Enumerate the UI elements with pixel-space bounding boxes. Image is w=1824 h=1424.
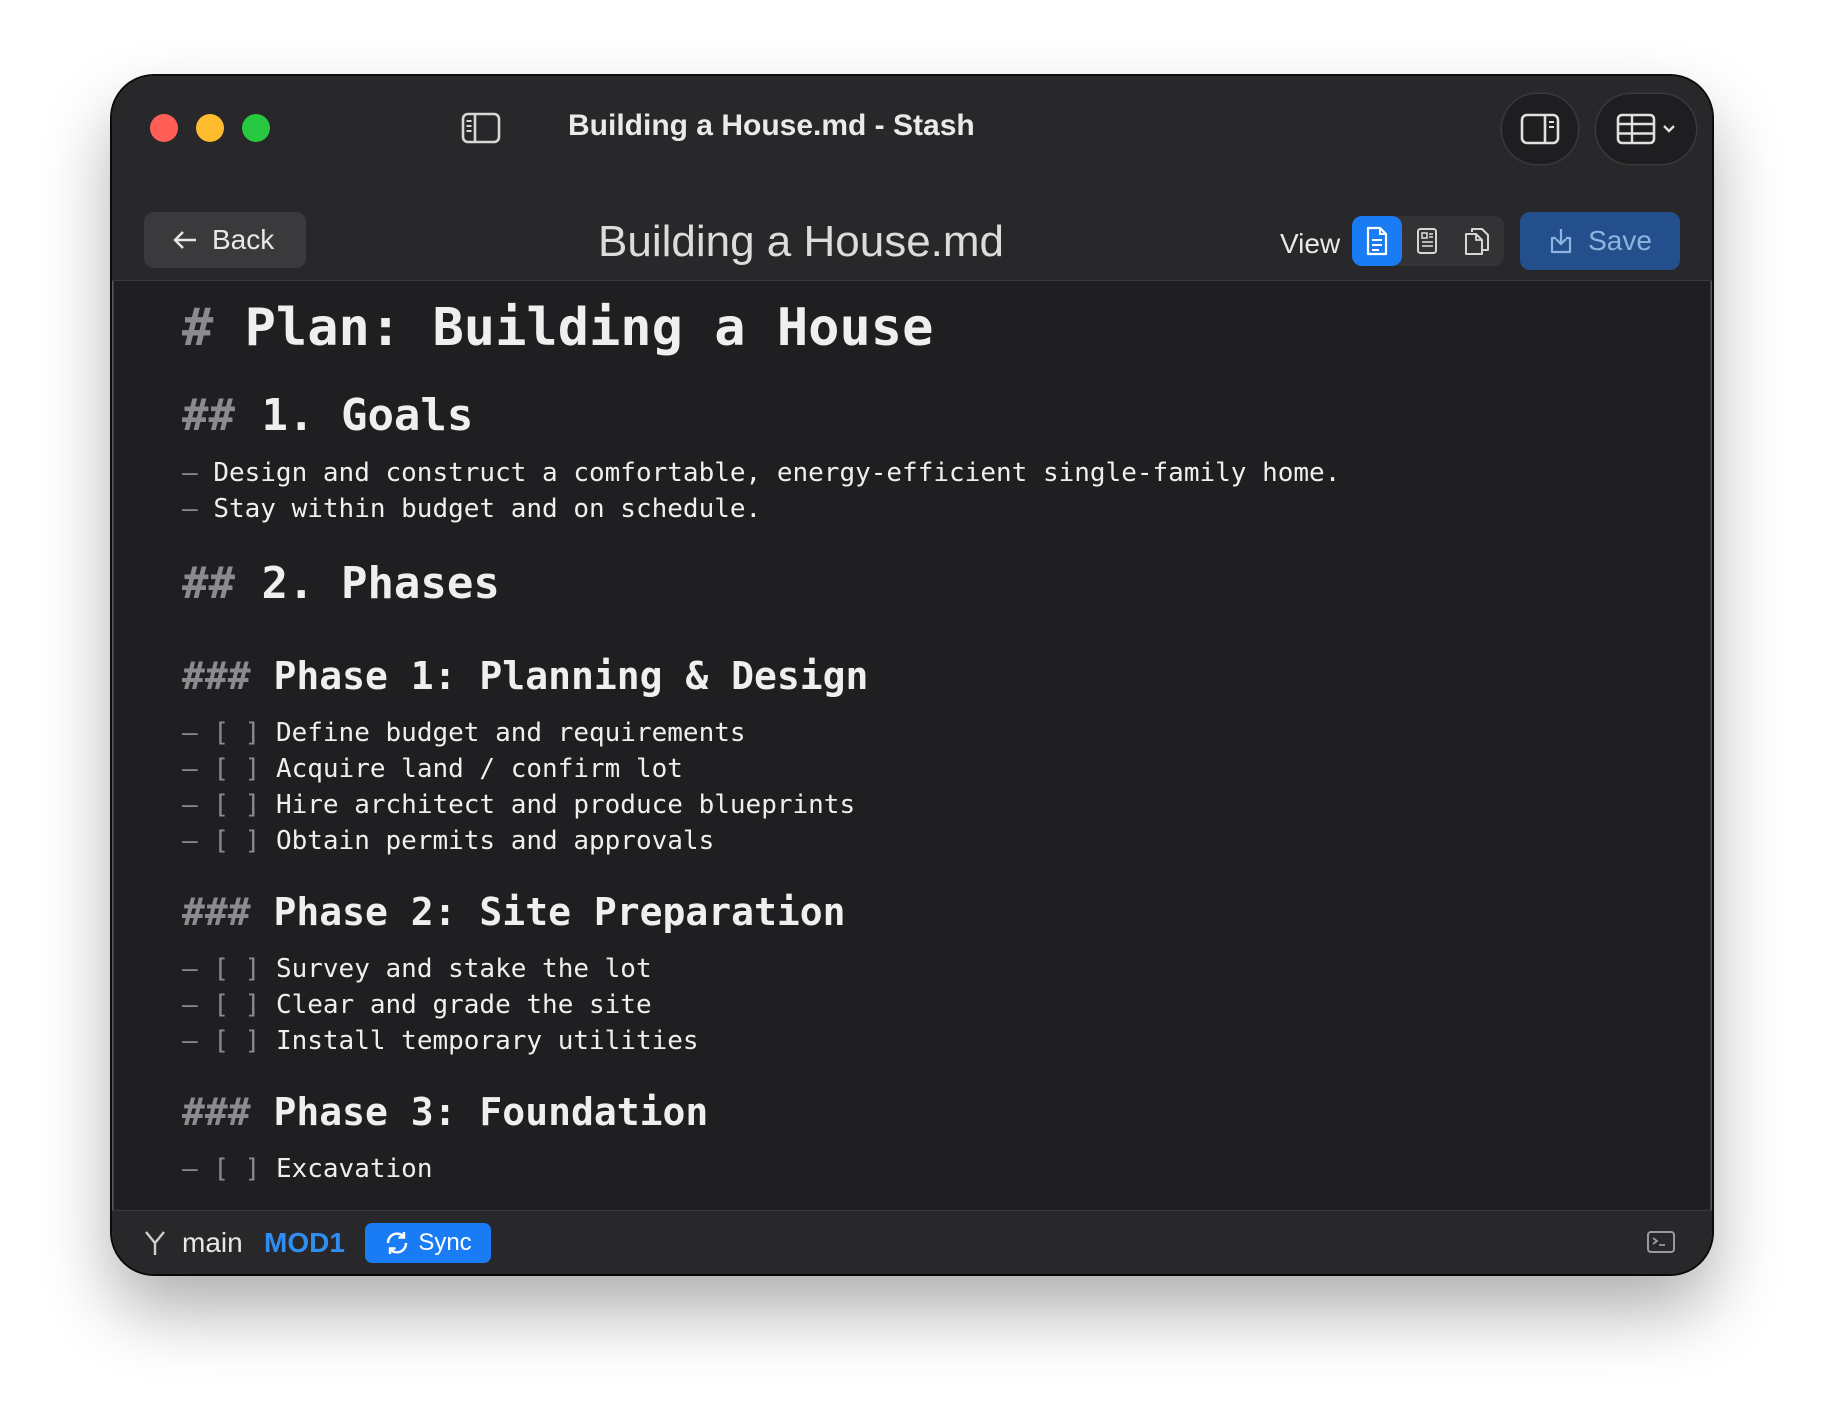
view-source-button[interactable] [1352, 216, 1402, 266]
sync-button[interactable]: Sync [365, 1223, 491, 1263]
bullet-marker: – [182, 826, 198, 856]
heading-marker: ### [182, 1090, 251, 1134]
task-item: – [ ] Survey and stake the lot [182, 954, 652, 984]
list-item: – Stay within budget and on schedule. [182, 494, 761, 524]
table-layout-menu-button[interactable] [1596, 94, 1696, 164]
task-item: – [ ] Hire architect and produce bluepri… [182, 790, 855, 820]
heading-phase-3: ### Phase 3: Foundation [182, 1090, 708, 1134]
heading-text: Phase 1: Planning & Design [273, 654, 869, 698]
bullet-marker: – [182, 458, 198, 488]
bullet-marker: – [182, 718, 198, 748]
back-button-label: Back [212, 224, 275, 255]
app-window: Building a House.md - Stash Back Buildin… [112, 76, 1712, 1274]
task-item: – [ ] Acquire land / confirm lot [182, 754, 683, 784]
sync-icon [387, 1232, 408, 1254]
git-branch-icon [145, 1231, 165, 1255]
bullet-marker: – [182, 754, 198, 784]
branch-name[interactable]: main [182, 1225, 243, 1261]
heading-marker: ## [182, 558, 235, 609]
minimize-window-button[interactable] [196, 114, 224, 142]
document-icon [1366, 226, 1388, 256]
task-text: Hire architect and produce blueprints [275, 790, 856, 820]
status-bar: main MOD1 Sync [112, 1210, 1712, 1274]
close-window-button[interactable] [150, 114, 178, 142]
heading-text: Phase 2: Site Preparation [273, 890, 846, 934]
bullet-marker: – [182, 990, 198, 1020]
sidebar-icon [461, 112, 501, 144]
task-item: – [ ] Define budget and requirements [182, 718, 746, 748]
checkbox-marker: [ ] [213, 990, 261, 1020]
list-item: – Design and construct a comfortable, en… [182, 458, 1340, 488]
bullet-marker: – [182, 1154, 198, 1184]
heading-marker: # [182, 298, 214, 358]
checkbox-marker: [ ] [213, 790, 261, 820]
heading-1: # Plan: Building a House [182, 298, 933, 358]
checkbox-marker: [ ] [213, 754, 261, 784]
task-text: Install temporary utilities [275, 1026, 699, 1056]
preview-icon [1417, 228, 1437, 254]
view-label: View [1280, 228, 1341, 259]
task-item: – [ ] Install temporary utilities [182, 1026, 699, 1056]
sidebar-toggle-button[interactable] [460, 110, 502, 146]
inspector-icon [1520, 113, 1560, 145]
heading-phase-2: ### Phase 2: Site Preparation [182, 890, 845, 934]
checkbox-marker: [ ] [213, 1154, 261, 1184]
table-icon [1616, 113, 1656, 145]
title-bar: Building a House.md - Stash [112, 76, 1712, 176]
task-text: Excavation [275, 1154, 433, 1184]
heading-text: 2. Phases [261, 558, 500, 609]
markdown-editor[interactable]: # Plan: Building a House ## 1. Goals – D… [112, 282, 1712, 1192]
view-mode-segmented-control [1352, 216, 1504, 266]
zoom-window-button[interactable] [242, 114, 270, 142]
terminal-icon[interactable] [1646, 1229, 1676, 1255]
view-split-button[interactable] [1452, 216, 1502, 266]
task-item: – [ ] Excavation [182, 1154, 432, 1184]
task-item: – [ ] Obtain permits and approvals [182, 826, 714, 856]
task-text: Acquire land / confirm lot [275, 754, 683, 784]
bullet-marker: – [182, 1026, 198, 1056]
heading-goals: ## 1. Goals [182, 390, 473, 441]
heading-text: Plan: Building a House [244, 298, 934, 358]
checkbox-marker: [ ] [213, 718, 261, 748]
window-title: Building a House.md - Stash [568, 109, 975, 142]
copy-icon [1465, 228, 1489, 255]
task-text: Survey and stake the lot [275, 954, 652, 984]
heading-marker: ### [182, 654, 251, 698]
checkbox-marker: [ ] [213, 954, 261, 984]
list-item-text: Stay within budget and on schedule. [213, 494, 762, 524]
modified-count-badge: MOD1 [264, 1227, 345, 1258]
heading-phases: ## 2. Phases [182, 558, 500, 609]
task-text: Define budget and requirements [275, 718, 746, 748]
task-text: Clear and grade the site [275, 990, 652, 1020]
list-item-text: Design and construct a comfortable, ener… [213, 458, 1341, 488]
document-toolbar: Back Building a House.md View Save [112, 176, 1712, 281]
document-title: Building a House.md [598, 217, 1005, 266]
view-preview-button[interactable] [1402, 216, 1452, 266]
back-button[interactable]: Back [144, 212, 306, 268]
checkbox-marker: [ ] [213, 826, 261, 856]
checkbox-marker: [ ] [213, 1026, 261, 1056]
heading-phase-1: ### Phase 1: Planning & Design [182, 654, 868, 698]
arrow-left-icon [173, 231, 196, 249]
inspector-toggle-button[interactable] [1502, 94, 1578, 164]
heading-marker: ### [182, 890, 251, 934]
download-icon [1550, 229, 1572, 254]
bullet-marker: – [182, 494, 198, 524]
task-text: Obtain permits and approvals [275, 826, 715, 856]
task-item: – [ ] Clear and grade the site [182, 990, 652, 1020]
chevron-down-icon [1663, 125, 1675, 133]
bullet-marker: – [182, 954, 198, 984]
heading-text: Phase 3: Foundation [273, 1090, 709, 1134]
save-button[interactable]: Save [1520, 212, 1680, 270]
sync-button-label: Sync [418, 1229, 472, 1256]
heading-marker: ## [182, 390, 235, 441]
heading-text: 1. Goals [261, 390, 474, 441]
bullet-marker: – [182, 790, 198, 820]
save-button-label: Save [1588, 225, 1652, 256]
